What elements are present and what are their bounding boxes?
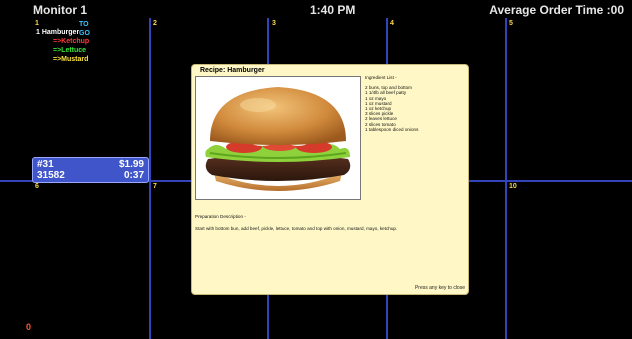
cell-number: 10 [509,183,517,190]
cell-number: 3 [272,20,276,27]
preparation-text: Start with bottom bun, add beef, pickle,… [195,226,398,231]
ingredient-list-header: Ingredient List - [365,75,397,80]
order-count: 0 [26,322,32,332]
close-hint: Press any key to close [414,285,465,291]
cell-number: 2 [153,20,157,27]
order-ticket[interactable]: #31 $1.99 31582 0:37 [32,157,149,183]
clock: 1:40 PM [310,3,356,17]
ticket-price: $1.99 [118,159,144,170]
average-order-time: Average Order Time :00 [489,3,624,17]
order-type: TO GO [79,21,90,37]
cell-number: 4 [390,20,394,27]
cell-number: 5 [509,20,513,27]
hamburger-image [195,76,361,200]
preparation-header: Preparation Description - [195,214,246,219]
recipe-title: Recipe: Hamburger [200,67,265,74]
cell-number: 1 [35,20,39,27]
ingredient-item: 1 tablespoon diced onions [365,126,419,132]
ticket-id: 31582 [37,170,65,181]
recipe-dialog[interactable]: Recipe: Hamburger Ingredient List - 2 bu… [191,64,469,295]
grid-line [505,18,507,339]
ingredient-list: Ingredient List - 2 buns, top and bottom… [365,75,418,132]
modifier-ketchup: =>Ketchup [53,38,90,45]
order-item-list[interactable]: TO GO 1 Hamburger =>Ketchup =>Lettuce =>… [36,21,90,64]
order-item: 1 Hamburger [36,29,80,36]
monitor-label: Monitor 1 [33,3,87,17]
grid-line [149,18,151,339]
ticket-elapsed-time: 0:37 [123,170,144,181]
ticket-number: #31 [37,159,54,170]
modifier-lettuce: =>Lettuce [53,47,87,54]
header-bar: Monitor 1 1:40 PM Average Order Time :00 [0,0,632,18]
hamburger-illustration [205,87,351,191]
cell-number: 7 [153,183,157,190]
cell-number: 6 [35,183,39,190]
modifier-mustard: =>Mustard [53,56,89,63]
